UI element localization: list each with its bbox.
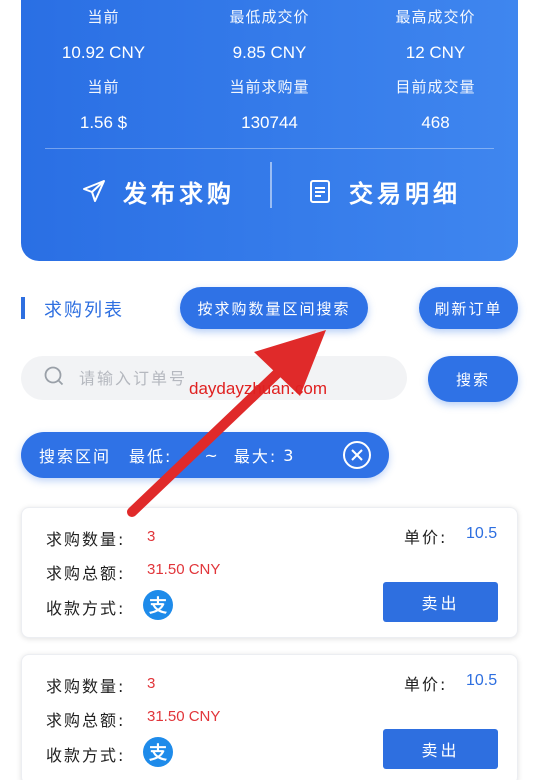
stat-label: 最高成交价 (395, 8, 476, 26)
stat-label: 当前求购量 (229, 78, 310, 96)
qty-label: 求购数量: (46, 530, 126, 549)
search-button[interactable]: 搜索 (428, 356, 518, 402)
range-max-value: 3 (283, 445, 296, 465)
range-separator: ~ (204, 445, 220, 465)
stat-current-cny: 当前 10.92 CNY (21, 6, 186, 63)
publish-request-button[interactable]: 发布求购 (79, 166, 235, 216)
price-label: 单价: (404, 528, 448, 547)
stat-value: 468 (421, 113, 450, 132)
qty-value: 3 (147, 675, 156, 692)
sell-button[interactable]: 卖出 (383, 582, 498, 622)
card-actions: 发布求购 交易明细 (21, 158, 518, 238)
price-label: 单价: (404, 675, 448, 694)
stat-min-price: 最低成交价 9.85 CNY (187, 6, 352, 63)
stat-value: 9.85 CNY (232, 43, 307, 62)
stat-label: 目前成交量 (395, 78, 476, 96)
stat-value: 10.92 CNY (61, 43, 146, 62)
refresh-orders-button[interactable]: 刷新订单 (419, 287, 518, 329)
watermark-text: daydayzhuan.com (189, 379, 327, 398)
total-label: 求购总额: (46, 711, 126, 730)
stat-max-price: 最高成交价 12 CNY (353, 6, 518, 63)
payment-label: 收款方式: (46, 599, 126, 618)
range-min-label: 最低: (129, 447, 173, 466)
stats-card: 当前 10.92 CNY 最低成交价 9.85 CNY 最高成交价 12 CNY… (21, 0, 518, 261)
qty-label: 求购数量: (46, 677, 126, 696)
qty-value: 3 (147, 528, 156, 545)
trade-detail-label: 交易明细 (349, 179, 461, 208)
stat-value: 1.56 $ (79, 113, 128, 132)
total-value: 31.50 CNY (147, 708, 221, 725)
stat-label: 当前 (87, 8, 120, 26)
range-search-button[interactable]: 按求购数量区间搜索 (180, 287, 368, 329)
range-chip-prefix: 搜索区间 (39, 447, 112, 466)
price-value: 10.5 (466, 525, 498, 542)
stat-value: 130744 (241, 113, 298, 132)
send-icon (79, 176, 109, 206)
search-icon (43, 365, 65, 391)
action-separator (270, 162, 272, 208)
stat-value: 12 CNY (405, 43, 466, 62)
order-card: 求购数量: 3 单价: 10.5 求购总额: 31.50 CNY 收款方式: 支… (21, 507, 518, 638)
alipay-icon: 支 (143, 590, 173, 620)
total-label: 求购总额: (46, 564, 126, 583)
stat-label: 当前 (87, 78, 120, 96)
alipay-icon: 支 (143, 737, 173, 767)
stat-label: 最低成交价 (229, 8, 310, 26)
stat-current-demand: 当前求购量 130744 (187, 76, 352, 133)
stat-volume: 目前成交量 468 (353, 76, 518, 133)
sell-button[interactable]: 卖出 (383, 729, 498, 769)
section-title: 求购列表 (44, 300, 124, 321)
trade-detail-button[interactable]: 交易明细 (305, 166, 461, 216)
publish-request-label: 发布求购 (123, 179, 235, 208)
stat-current-usd: 当前 1.56 $ (21, 76, 186, 133)
payment-label: 收款方式: (46, 746, 126, 765)
range-max-label: 最大: (233, 447, 278, 466)
price-value: 10.5 (466, 672, 498, 689)
card-divider (45, 148, 494, 149)
section-accent-bar (21, 297, 25, 319)
clipboard-icon (305, 176, 335, 206)
order-card: 求购数量: 3 单价: 10.5 求购总额: 31.50 CNY 收款方式: 支… (21, 654, 518, 780)
close-icon[interactable] (343, 441, 371, 469)
total-value: 31.50 CNY (147, 561, 221, 578)
range-filter-chip: 搜索区间 最低: ~ 最大: 3 (21, 432, 389, 478)
